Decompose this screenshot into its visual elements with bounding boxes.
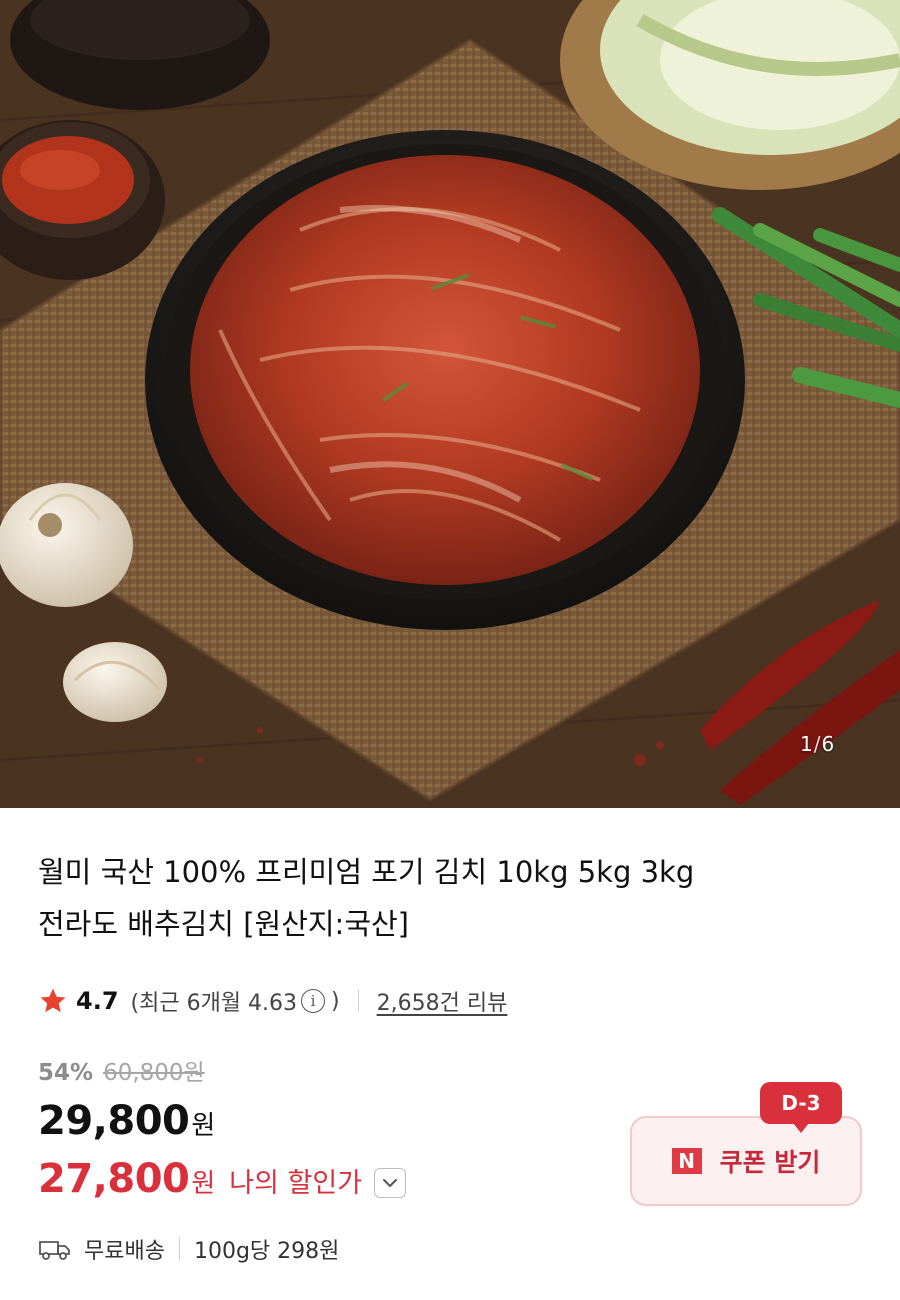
image-counter-separator: / bbox=[813, 732, 822, 756]
chevron-down-icon bbox=[383, 1179, 398, 1187]
recent-rating: (최근 6개월 4.63 i ) bbox=[131, 985, 340, 1017]
product-title-line2: 전라도 배추김치 [원산지:국산] bbox=[38, 907, 409, 941]
info-icon[interactable]: i bbox=[301, 989, 326, 1013]
sale-price: 29,800 원 bbox=[38, 1098, 215, 1144]
unit-price-label: 100g당 298원 bbox=[193, 1239, 340, 1264]
free-shipping-label: 무료배송 bbox=[84, 1239, 165, 1264]
product-image-gallery[interactable]: 1/6 bbox=[0, 0, 900, 808]
truck-icon bbox=[39, 1241, 70, 1260]
recent-rating-text: (최근 6개월 4.63 bbox=[130, 991, 298, 1016]
coupon-widget: N 쿠폰 받기 D-3 bbox=[630, 1082, 862, 1206]
review-count-link[interactable]: 2,658건 리뷰 bbox=[377, 985, 508, 1017]
my-price-value: 27,800 bbox=[38, 1156, 190, 1202]
shipping-row: 무료배송 100g당 298원 bbox=[38, 1233, 339, 1265]
naver-n-icon: N bbox=[671, 1148, 702, 1174]
my-price-currency: 원 bbox=[191, 1169, 216, 1199]
dday-badge: D-3 bbox=[760, 1082, 842, 1133]
my-price-expand-button[interactable] bbox=[374, 1168, 407, 1198]
product-title-line1: 월미 국산 100% 프리미엄 포기 김치 10kg 5kg 3kg bbox=[38, 855, 695, 889]
star-icon bbox=[40, 988, 66, 1013]
rating-value: 4.7 bbox=[76, 987, 119, 1015]
image-counter: 1/6 bbox=[800, 732, 835, 756]
discount-row: 54% 60,800원 bbox=[38, 1053, 205, 1087]
shipping-divider bbox=[178, 1237, 180, 1261]
kimchi-product-photo bbox=[0, 0, 900, 808]
get-coupon-button[interactable]: N 쿠폰 받기 bbox=[630, 1116, 862, 1206]
coupon-label: 쿠폰 받기 bbox=[719, 1148, 821, 1177]
product-title: 월미 국산 100% 프리미엄 포기 김치 10kg 5kg 3kg 전라도 배… bbox=[38, 846, 838, 950]
original-price: 60,800원 bbox=[103, 1060, 205, 1086]
image-counter-current: 1 bbox=[800, 732, 814, 756]
discount-rate: 54% bbox=[38, 1060, 94, 1086]
rating-row: 4.7 (최근 6개월 4.63 i ) 2,658건 리뷰 bbox=[38, 982, 507, 1020]
image-counter-total: 6 bbox=[821, 732, 836, 756]
sale-price-currency: 원 bbox=[191, 1111, 216, 1141]
recent-rating-close: ) bbox=[331, 988, 340, 1014]
my-discount-price: 27,800 원 나의 할인가 bbox=[38, 1156, 407, 1202]
divider bbox=[357, 990, 359, 1012]
my-price-label: 나의 할인가 bbox=[229, 1168, 363, 1199]
sale-price-value: 29,800 bbox=[38, 1098, 190, 1144]
